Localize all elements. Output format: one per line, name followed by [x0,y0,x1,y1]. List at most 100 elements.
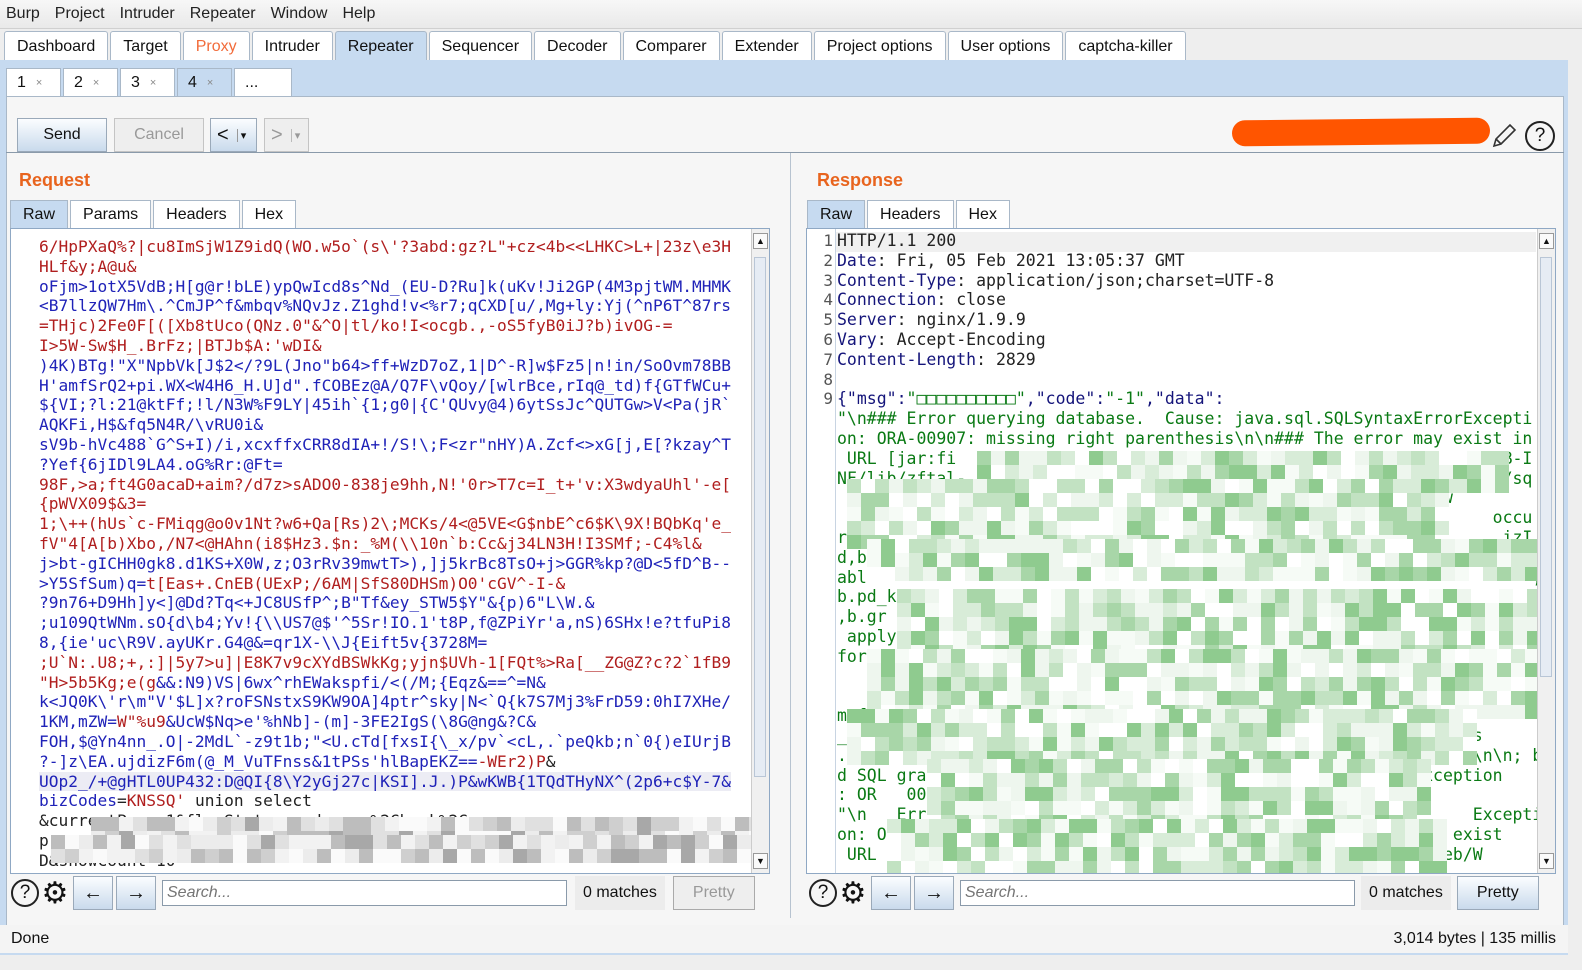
code-token: HLf&y;A@u& [39,256,137,276]
code-token: >Y5SfSum)q= [39,573,147,593]
help-icon[interactable]: ? [808,878,838,908]
menu-intruder[interactable]: Intruder [120,5,175,23]
dropdown-icon[interactable]: ▾ [236,128,246,142]
tab-sequencer[interactable]: Sequencer [428,31,533,61]
tab-target[interactable]: Target [110,31,181,61]
code-token: b.pd_key as pdKey de [837,587,1543,607]
send-button[interactable]: Send [17,118,107,152]
next-match-button[interactable]: → [116,876,156,910]
tab-user-options[interactable]: User options [947,31,1064,61]
response-tab-hex[interactable]: Hex [955,200,1010,228]
code-line: d,b.biz_code as bizCode,b.biz_name as bi… [837,548,1552,568]
help-icon[interactable]: ? [10,878,40,908]
history-forward-button[interactable]: > ▾ [264,118,309,152]
line-number: 9 [823,389,833,409]
tab-dashboard[interactable]: Dashboard [4,31,109,61]
repeater-tab-2[interactable]: 2 × [63,68,118,96]
code-token: "□□□□□□□□□□" [906,389,1026,409]
line-number: 2 [823,250,833,270]
scroll-down-icon[interactable]: ▼ [1539,853,1554,869]
scroll-thumb[interactable] [1540,257,1552,677]
tab-captcha-killer[interactable]: captcha-killer [1065,31,1186,61]
code-token: Date [837,250,877,270]
split-divider[interactable] [790,153,791,918]
code-token: : 2829 [976,349,1036,369]
line-number: 3 [823,270,833,290]
code-token: &currentPage=1&flowStatus=underway%2Cbac… [39,811,468,831]
code-line: UOp2_/+@gHTL0UP432:D@QI{8\Y2yGj27c|KSI].… [39,771,731,792]
line-number: 4 [823,290,833,310]
close-icon[interactable]: × [36,77,42,89]
help-icon[interactable]: ? [1525,121,1555,151]
repeater-tab-5[interactable]: ... [234,68,292,96]
scroll-up-icon[interactable]: ▲ [1539,233,1554,249]
line-number: 8 [823,369,833,389]
response-search-input[interactable] [960,880,1355,906]
repeater-tab-4[interactable]: 4 × [177,68,232,96]
request-tab-params[interactable]: Params [70,200,152,228]
response-pretty-button[interactable]: Pretty [1456,876,1539,910]
previous-match-button[interactable]: ← [871,876,911,910]
request-scrollbar[interactable]: ▲ ▼ [751,229,769,873]
code-token: m f b.form_ .form_ [837,706,1086,726]
menu-window[interactable]: Window [271,5,328,23]
forward-arrow-icon: > [271,123,283,146]
tab-proxy[interactable]: Proxy [182,31,250,61]
code-line: {"msg":"□□□□□□□□□□","code":"-1","data": [837,389,1552,409]
menu-help[interactable]: Help [342,5,375,23]
edit-pencil-icon[interactable] [1490,122,1518,150]
request-search-input[interactable] [162,880,567,906]
tab-extender[interactable]: Extender [721,31,812,61]
code-line: "\n Error q Excepti [837,805,1552,825]
tab-label: 1 [17,73,26,91]
settings-gear-icon[interactable]: ⚙ [40,877,70,910]
cancel-button[interactable]: Cancel [114,118,204,152]
code-token: ,"code": [1025,389,1106,409]
close-icon[interactable]: × [150,77,156,89]
request-tab-raw[interactable]: Raw [10,200,69,228]
code-line: form_code as for form_name as table_hea [837,647,1552,667]
repeater-tab-3[interactable]: 3 × [120,68,175,96]
previous-match-button[interactable]: ← [73,876,113,910]
menu-burp[interactable]: Burp [6,5,40,23]
request-text[interactable]: 6/HpPXaQ%?|cu8ImSjW1Z9idQ(WO.w5o`(s\'?3a… [39,237,731,871]
next-match-button[interactable]: → [914,876,954,910]
request-editor[interactable]: 6/HpPXaQ%?|cu8ImSjW1Z9idQ(WO.w5o`(s\'?3a… [10,228,770,874]
scroll-thumb[interactable] [754,257,766,777]
code-token: 8,{ie'uc\R9V.ayUKr.G4@&=qr1X-\\J{Eift5v{… [39,632,488,652]
tab-intruder[interactable]: Intruder [251,31,333,61]
code-token: UOp2_/+@gHTL0UP432:D@QI{8\Y2yGj27c|KSI].… [39,771,731,791]
dropdown-icon[interactable]: ▾ [290,128,300,142]
code-token: abl , [837,567,1543,587]
response-tab-raw[interactable]: Raw [807,200,866,228]
menu-repeater[interactable]: Repeater [190,5,256,23]
code-line: 6/HpPXaQ%?|cu8ImSjW1Z9idQ(WO.w5o`(s\'?3a… [39,237,731,257]
response-editor[interactable]: 123456789 HTTP/1.1 200 Date: Fri, 05 Feb … [806,228,1556,874]
scroll-up-icon[interactable]: ▲ [753,233,768,249]
scroll-down-icon[interactable]: ▼ [753,853,768,869]
code-line: "\n### Error querying database. Cause: j… [837,409,1552,429]
code-line: =THjc)2Fe0F[([Xb8tUco(QNz.0"&^O|tl/ko!I<… [39,316,731,336]
tab-repeater[interactable]: Repeater [334,31,427,61]
code-line: H'amfSrQ2+pi.WX<W4H6_H.U]d".fCOBEz@A/Q7F… [39,376,731,396]
close-icon[interactable]: × [207,77,213,89]
settings-gear-icon[interactable]: ⚙ [838,877,868,910]
close-icon[interactable]: × [93,77,99,89]
response-tab-headers[interactable]: Headers [867,200,954,228]
response-scrollbar[interactable]: ▲ ▼ [1537,229,1555,873]
request-tab-headers[interactable]: Headers [153,200,240,228]
response-text[interactable]: HTTP/1.1 200 Date: Fri, 05 Feb 2021 13:05… [837,231,1552,865]
tab-comparer[interactable]: Comparer [622,31,720,61]
repeater-tab-1[interactable]: 1 × [6,68,61,96]
request-tab-hex[interactable]: Hex [241,200,297,228]
code-token: &&:N9)VS|6wx^rhEWakspfi/<(/M;{Eqz&==^=N& [155,672,546,692]
code-line: oFjm>1otX5VdB;H[g@r!bLE)ypQwIcd8s^Nd_(EU… [39,277,731,297]
code-line: "H>5b5Kg;e(g&&:N9)VS|6wx^rhEWakspfi/<(/M… [39,673,731,693]
history-back-button[interactable]: < ▾ [210,118,257,152]
tab-project-options[interactable]: Project options [813,31,946,61]
tab-decoder[interactable]: Decoder [534,31,621,61]
code-token: : Fri, 05 Feb 2021 13:05:37 GMT [876,250,1185,270]
menu-project[interactable]: Project [55,5,105,23]
code-token: W"%u9 [116,712,166,732]
request-pretty-button[interactable]: Pretty [672,876,755,910]
